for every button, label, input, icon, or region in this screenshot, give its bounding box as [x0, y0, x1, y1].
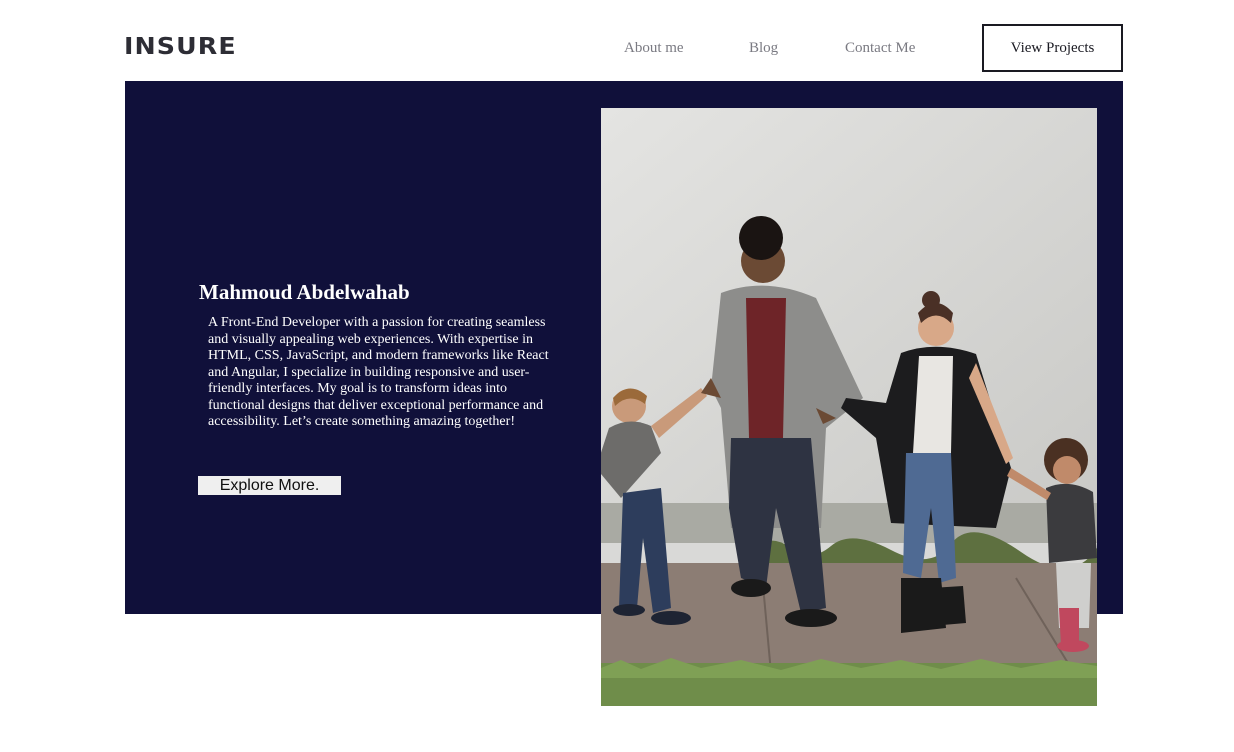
family-walking-photo: [601, 108, 1097, 706]
hero-description: A Front-End Developer with a passion for…: [208, 315, 549, 429]
hero-title: Mahmoud Abdelwahab: [199, 280, 410, 304]
photo-illustration: [601, 108, 1097, 706]
view-projects-button[interactable]: View Projects: [982, 24, 1123, 72]
nav-about-me[interactable]: About me: [624, 40, 684, 57]
nav-blog[interactable]: Blog: [749, 40, 778, 57]
page: INSURE About me Blog Contact Me View Pro…: [0, 0, 1234, 752]
nav-contact-me[interactable]: Contact Me: [845, 40, 915, 57]
logo[interactable]: INSURE: [124, 34, 237, 60]
explore-more-button[interactable]: Explore More.: [198, 476, 341, 495]
